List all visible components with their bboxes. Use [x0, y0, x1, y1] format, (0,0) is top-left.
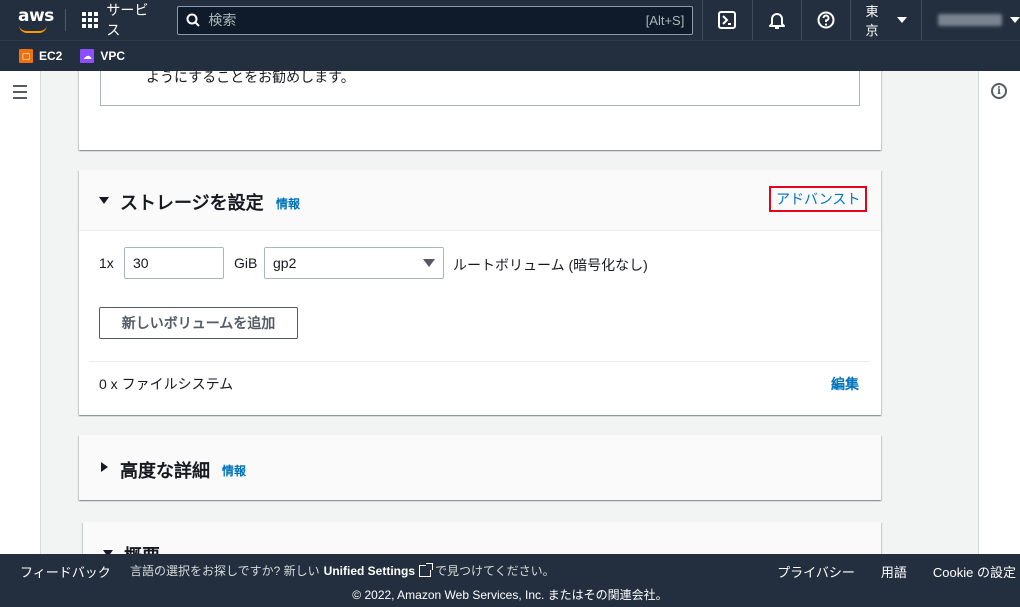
previous-section-card: ようにすることをお勧めします。: [79, 71, 881, 150]
external-link-icon: [419, 562, 433, 577]
expand-caret-icon[interactable]: [101, 462, 108, 472]
lang-suffix: で見つけてください。: [435, 564, 555, 578]
account-menu[interactable]: [922, 0, 1020, 40]
root-volume-row: 1x GiB gp2 ルートボリューム (暗号化なし): [79, 247, 881, 279]
filesystem-count-label: 0 x ファイルシステム: [99, 376, 234, 392]
lang-prefix: 言語の選択をお探しですか? 新しい: [130, 564, 320, 578]
advanced-link[interactable]: アドバンスト: [769, 186, 868, 212]
copyright: © 2022, Amazon Web Services, Inc. またはその関…: [352, 588, 668, 602]
dropdown-caret-icon: [423, 259, 435, 267]
volume-type-select[interactable]: gp2: [264, 247, 444, 279]
favorite-vpc[interactable]: ☁ VPC: [80, 49, 125, 63]
main-content: ようにすることをお勧めします。 ストレージを設定 情報 アドバンスト 1x Gi…: [41, 71, 978, 554]
volume-size-input[interactable]: [124, 247, 224, 279]
notice-box: ようにすることをお勧めします。: [100, 71, 860, 106]
account-name-redacted: [937, 14, 1002, 26]
storage-title: ストレージを設定: [120, 193, 264, 213]
unified-settings-link[interactable]: Unified Settings: [324, 564, 415, 578]
feedback-link[interactable]: フィードバック: [20, 562, 111, 581]
aws-logo-text: aws: [18, 6, 54, 26]
storage-card-header: ストレージを設定 情報 アドバンスト: [79, 170, 881, 231]
search-box[interactable]: [Alt+S]: [177, 5, 694, 35]
collapse-caret-icon[interactable]: [99, 197, 109, 204]
search-icon: [186, 13, 201, 27]
favorite-label: EC2: [39, 49, 63, 63]
edit-filesystem-link[interactable]: 編集: [831, 374, 859, 394]
storage-info-link[interactable]: 情報: [276, 195, 300, 212]
services-menu-button[interactable]: サービス: [74, 0, 169, 40]
storage-config-card: ストレージを設定 情報 アドバンスト 1x GiB gp2 ルートボリューム (…: [79, 170, 881, 415]
help-button[interactable]: [802, 0, 852, 40]
cloudshell-button[interactable]: [703, 0, 753, 40]
footer: フィードバック 言語の選択をお探しですか? 新しい Unified Settin…: [0, 554, 1020, 607]
vpc-icon: ☁: [80, 49, 95, 63]
caret-down-icon: [1009, 17, 1020, 23]
size-unit-label: GiB: [234, 255, 258, 271]
right-rail: i: [978, 71, 1020, 554]
favorites-bar: ▢ EC2 ☁ VPC: [0, 40, 1020, 71]
nav-spacer: [693, 0, 704, 40]
terms-link[interactable]: 用語: [881, 562, 907, 581]
advanced-details-info-link[interactable]: 情報: [222, 462, 246, 479]
cookie-settings-link[interactable]: Cookie の設定: [933, 562, 1016, 581]
favorite-label: VPC: [100, 49, 126, 63]
advanced-details-title[interactable]: 高度な詳細: [120, 457, 210, 483]
volume-description: ルートボリューム (暗号化なし): [453, 257, 648, 273]
services-label: サービス: [106, 2, 149, 38]
privacy-link[interactable]: プライバシー: [777, 562, 855, 581]
advanced-details-card: 高度な詳細 情報: [79, 435, 881, 500]
bell-icon: [768, 13, 785, 29]
notice-text: ようにすることをお勧めします。: [146, 71, 355, 85]
help-icon: [817, 11, 835, 29]
search-input[interactable]: [208, 12, 638, 28]
footer-links: プライバシー 用語 Cookie の設定: [777, 562, 1016, 581]
aws-smile-icon: [19, 25, 47, 33]
summary-card: 概要: [83, 522, 881, 554]
section-divider: [89, 361, 869, 362]
notifications-button[interactable]: [753, 0, 803, 40]
info-panel-icon[interactable]: i: [991, 83, 1007, 99]
nav-divider: [65, 9, 67, 31]
region-label: 東京: [865, 4, 879, 38]
language-notice: 言語の選択をお探しですか? 新しい Unified Settings で見つけて…: [130, 562, 555, 579]
aws-logo[interactable]: aws: [14, 0, 65, 40]
hamburger-menu-icon[interactable]: [13, 85, 27, 103]
grid-icon: [82, 12, 99, 28]
summary-title: 概要: [124, 542, 160, 554]
left-rail: [0, 71, 41, 554]
add-volume-button[interactable]: 新しいボリュームを追加: [99, 307, 298, 339]
region-selector[interactable]: 東京: [851, 0, 922, 40]
search-shortcut-hint: [Alt+S]: [645, 12, 685, 28]
top-navigation: aws サービス [Alt+S] 東京: [0, 0, 1020, 40]
volume-type-value: gp2: [273, 255, 297, 271]
volume-count-label: 1x: [99, 255, 114, 271]
terminal-icon: [718, 11, 737, 29]
ec2-icon: ▢: [19, 49, 33, 63]
caret-down-icon: [896, 17, 907, 23]
favorite-ec2[interactable]: ▢ EC2: [19, 49, 62, 63]
